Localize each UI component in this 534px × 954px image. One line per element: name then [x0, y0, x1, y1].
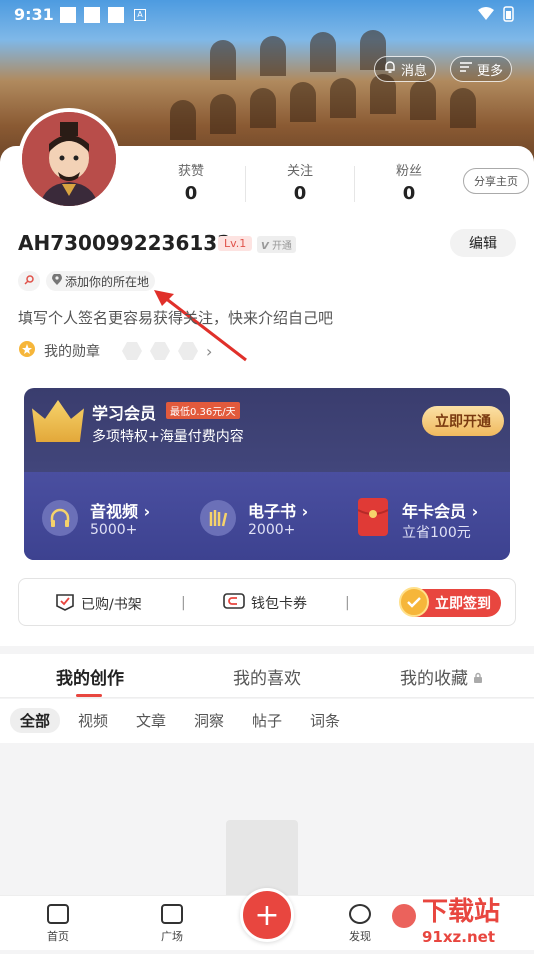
book-icon — [200, 500, 236, 536]
female-icon — [23, 274, 35, 289]
messages-button[interactable]: 消息 — [374, 56, 437, 82]
location-pin-icon — [52, 272, 62, 289]
compass-icon — [349, 904, 371, 924]
lock-icon — [473, 669, 483, 689]
home-icon — [47, 904, 69, 924]
wallet-label: 钱包卡券 — [251, 596, 307, 612]
filter-tabs: 全部 视频 文章 洞察 帖子 词条 — [0, 699, 534, 743]
filter-article[interactable]: 文章 — [136, 710, 166, 731]
avatar[interactable] — [18, 108, 120, 210]
nav-square[interactable]: 广场 — [142, 904, 202, 944]
feature-sub: 2000+ — [248, 522, 296, 538]
wallet-icon — [223, 593, 245, 613]
feature-title: 电子书 › — [248, 502, 309, 521]
feature-sub: 5000+ — [90, 522, 138, 538]
a-icon: A — [134, 9, 146, 21]
bio-text[interactable]: 填写个人签名更容易获得关注，快来介绍自己吧 — [18, 307, 333, 328]
headphones-icon — [42, 500, 78, 536]
wallet-button[interactable]: 钱包卡券 — [223, 593, 307, 613]
medals-row[interactable]: 我的勋章 › — [18, 340, 212, 362]
open-vip-button[interactable]: 立即开通 — [422, 406, 504, 436]
shortcut-bar: 已购/书架 | 钱包卡券 | 立即签到 — [18, 578, 516, 626]
nav-label: 发现 — [349, 930, 371, 943]
feature-sub: 立省100元 — [402, 525, 471, 541]
likes-count: 0 — [184, 183, 198, 204]
tab-my-favorites[interactable]: 我的收藏 — [400, 664, 483, 689]
tab-my-creations[interactable]: 我的创作 — [56, 664, 124, 689]
nav-home[interactable]: 首页 — [28, 904, 88, 944]
followers-stat[interactable]: 粉丝 0 — [354, 160, 464, 204]
filter-post[interactable]: 帖子 — [252, 710, 282, 731]
notification-icon — [60, 7, 76, 23]
sign-in-label: 立即签到 — [435, 596, 491, 612]
tab-my-likes[interactable]: 我的喜欢 — [233, 664, 301, 689]
feature-title: 年卡会员 › — [402, 502, 479, 521]
likes-label: 获赞 — [177, 164, 204, 179]
wifi-battery-icon — [476, 6, 520, 26]
feature-title: 音视频 › — [90, 502, 151, 521]
medals-label: 我的勋章 — [44, 344, 100, 360]
username: AH7300992236132 — [18, 231, 232, 255]
purchased-label: 已购/书架 — [81, 597, 142, 613]
vip-price-badge: 最低0.36元/天 — [166, 402, 240, 419]
sign-in-button[interactable]: 立即签到 — [399, 587, 501, 617]
filter-video[interactable]: 视频 — [78, 710, 108, 731]
following-label: 关注 — [286, 164, 313, 179]
red-envelope-icon — [357, 498, 389, 536]
gender-chip[interactable] — [18, 271, 40, 291]
bookshelf-icon — [55, 593, 75, 615]
followers-label: 粉丝 — [395, 164, 422, 179]
vip-membership-card[interactable]: 学习会员 最低0.36元/天 多项特权+海量付费内容 立即开通 音视频 › 50… — [24, 388, 510, 560]
chat-icon — [161, 904, 183, 924]
edit-profile-button[interactable]: 编辑 — [450, 229, 516, 257]
content-tabs: 我的创作 我的喜欢 我的收藏 — [0, 654, 534, 698]
status-time: 9:31 — [14, 5, 54, 24]
nav-discover[interactable]: 发现 — [330, 904, 390, 944]
bell-icon — [383, 60, 397, 78]
watermark-text2: 91xz.net — [422, 928, 495, 946]
more-label: 更多 — [477, 63, 504, 79]
tab-label: 我的收藏 — [400, 669, 468, 689]
chevron-right-icon: › — [206, 341, 213, 361]
menu-icon — [459, 60, 473, 78]
filter-entry[interactable]: 词条 — [310, 710, 340, 731]
vip-subtitle: 多项特权+海量付费内容 — [92, 429, 244, 445]
medal-slot-icon — [178, 342, 198, 360]
crown-icon — [32, 400, 84, 442]
messages-label: 消息 — [401, 63, 428, 79]
tab-indicator — [76, 694, 102, 697]
vip-v-icon: V — [261, 241, 269, 252]
filter-all[interactable]: 全部 — [10, 708, 61, 733]
notification-icon — [108, 7, 124, 23]
following-stat[interactable]: 关注 0 — [245, 160, 355, 204]
separator: | — [181, 595, 186, 611]
share-profile-button[interactable]: 分享主页 — [463, 168, 529, 194]
medal-slot-icon — [122, 342, 142, 360]
following-count: 0 — [293, 183, 307, 204]
filter-insight[interactable]: 洞察 — [194, 710, 224, 731]
vip-tag-label: 开通 — [271, 241, 292, 252]
check-coin-icon — [399, 587, 429, 617]
more-button[interactable]: 更多 — [450, 56, 513, 82]
medal-icon — [18, 340, 36, 362]
nav-label: 首页 — [47, 930, 69, 943]
notification-icon — [84, 7, 100, 23]
status-bar: 9:31 A — [0, 0, 534, 30]
watermark-logo: 下载站 91xz.net — [390, 880, 534, 950]
followers-count: 0 — [402, 183, 416, 204]
nav-label: 广场 — [161, 930, 183, 943]
location-label: 添加你的所在地 — [65, 274, 150, 289]
vip-title: 学习会员 — [92, 404, 157, 423]
likes-stat[interactable]: 获赞 0 — [136, 160, 246, 204]
location-chip[interactable]: 添加你的所在地 — [46, 271, 156, 291]
medal-slot-icon — [150, 342, 170, 360]
level-badge[interactable]: Lv.1 — [218, 236, 253, 251]
vip-status-tag[interactable]: V 开通 — [257, 236, 296, 253]
create-post-button[interactable]: + — [240, 888, 294, 942]
separator: | — [345, 595, 350, 611]
watermark-text1: 下载站 — [422, 897, 500, 927]
purchased-shelf-button[interactable]: 已购/书架 — [55, 593, 142, 615]
